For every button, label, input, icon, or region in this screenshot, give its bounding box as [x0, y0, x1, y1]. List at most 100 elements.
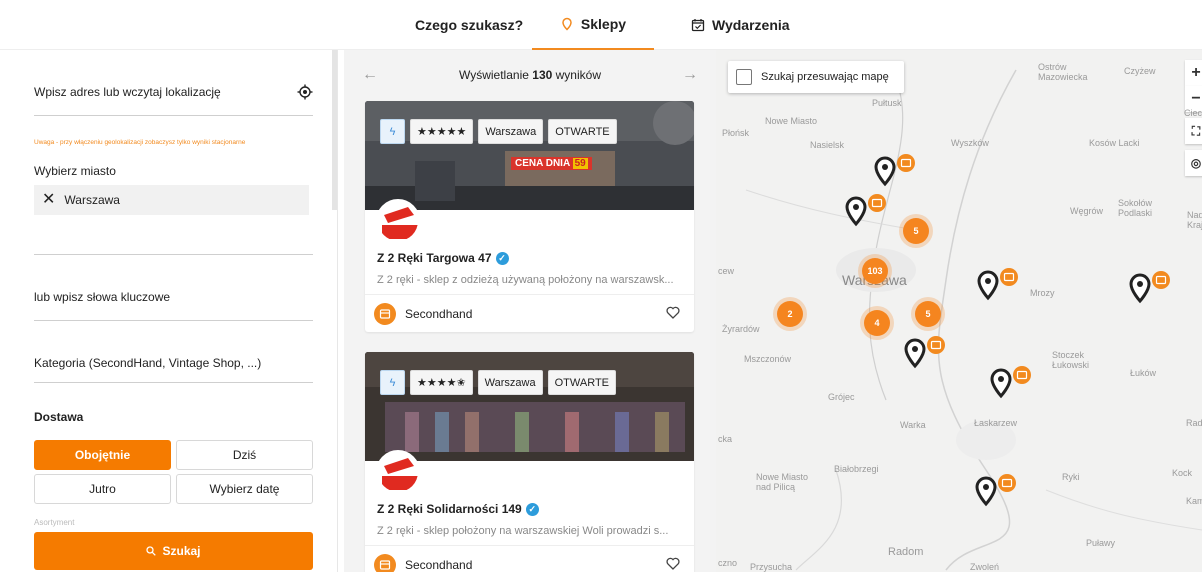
map-cluster[interactable]: 103 [862, 258, 888, 284]
map-cluster[interactable]: 5 [903, 218, 929, 244]
map-cluster[interactable]: 5 [915, 301, 941, 327]
store-icon [374, 554, 396, 572]
delivery-label: Dostawa [34, 410, 84, 424]
rating-stars: ★★★★★ [410, 119, 474, 144]
checkbox-box[interactable] [736, 69, 752, 85]
map-cluster[interactable]: 2 [777, 301, 803, 327]
city-label: Kamionka [1186, 496, 1202, 506]
delivery-pick-date-button[interactable]: Wybierz datę [176, 474, 313, 504]
delivery-today-label: Dziś [232, 448, 257, 462]
filters-panel: Wpisz adres lub wczytaj lokalizację Uwag… [0, 50, 338, 572]
geolocation-warning: Uwaga - przy włączeniu geolokalizacji zo… [34, 139, 246, 146]
shop-status-badge: OTWARTE [548, 119, 617, 144]
tab-events[interactable]: Wydarzenia [691, 0, 790, 50]
map-pin-icon[interactable] [975, 268, 1021, 302]
city-label: Pułtusk [872, 98, 902, 108]
delivery-any-label: Obojętnie [74, 448, 131, 462]
rating-stars: ★★★★✬ [410, 370, 473, 395]
map-pin-icon[interactable] [843, 194, 889, 228]
address-placeholder: Wpisz adres lub wczytaj lokalizację [34, 85, 221, 99]
search-button-label: Szukaj [162, 544, 201, 558]
shop-description: Z 2 ręki - sklep z odzieżą używaną położ… [377, 274, 674, 286]
city-label: Grójec [828, 392, 855, 402]
shop-photo: CENA DNIA 59 ϟ ★★★★★ Warszawa OTWARTE [365, 101, 694, 210]
search-button[interactable]: Szukaj [34, 532, 313, 570]
shop-card[interactable]: CENA DNIA 59 ϟ ★★★★★ Warszawa OTWARTE Z … [365, 101, 694, 332]
search-icon [146, 546, 157, 556]
shop-name[interactable]: Z 2 Ręki Solidarności 149 ✓ [377, 502, 539, 516]
shop-category-label: Secondhand [405, 558, 473, 572]
city-label: Wybierz miasto [34, 164, 116, 178]
zoom-in-label: + [1191, 64, 1201, 81]
city-label: Żyrardów [722, 324, 760, 334]
delivery-pick-date-label: Wybierz datę [209, 482, 280, 496]
heart-icon[interactable] [666, 306, 680, 319]
delivery-tomorrow-button[interactable]: Jutro [34, 474, 171, 504]
shop-category: Secondhand [374, 303, 472, 325]
calendar-icon [691, 19, 705, 32]
cluster-count: 2 [787, 309, 793, 319]
city-input-line[interactable] [34, 215, 313, 255]
close-icon[interactable]: ✕ [42, 192, 55, 208]
map-pin-icon[interactable] [872, 154, 918, 188]
results-suffix: wyników [555, 68, 601, 82]
tab-what[interactable]: Czego szukasz? [415, 0, 523, 50]
results-header: ← Wyświetlanie 130 wyników → [344, 50, 716, 100]
results-panel: ← Wyświetlanie 130 wyników → CENA DNIA 5… [344, 50, 716, 572]
tab-shops[interactable]: Sklepy [532, 0, 654, 50]
shop-city-badge: Warszawa [477, 370, 543, 395]
map-pin-icon[interactable] [988, 366, 1034, 400]
shop-logo [376, 450, 420, 494]
locate-icon[interactable] [297, 84, 313, 100]
map-cluster[interactable]: 4 [864, 310, 890, 336]
shop-card[interactable]: ϟ ★★★★✬ Warszawa OTWARTE Z 2 Ręki Solida… [365, 352, 694, 572]
lightning-icon: ϟ [380, 370, 405, 395]
zoom-out-label: − [1191, 90, 1201, 107]
shop-category-label: Secondhand [405, 307, 473, 321]
keywords-input[interactable]: lub wpisz słowa kluczowe [34, 286, 313, 321]
verified-icon: ✓ [495, 251, 509, 265]
next-arrow-icon[interactable]: → [682, 66, 698, 84]
search-on-move-checkbox[interactable]: Szukaj przesuwając mapę [728, 61, 904, 93]
card-divider [365, 294, 694, 295]
shop-photo-image [365, 101, 694, 210]
verified-icon: ✓ [525, 502, 539, 516]
map-pin-icon[interactable] [973, 474, 1019, 508]
shop-sign: CENA DNIA 59 [511, 157, 592, 170]
shop-name-label: Z 2 Ręki Solidarności 149 [377, 502, 522, 516]
shop-photo: ϟ ★★★★✬ Warszawa OTWARTE [365, 352, 694, 461]
keywords-placeholder: lub wpisz słowa kluczowe [34, 290, 171, 304]
category-input[interactable]: Kategoria (SecondHand, Vintage Shop, ...… [34, 356, 313, 383]
city-chip[interactable]: ✕ Warszawa [34, 185, 309, 215]
map[interactable]: Szukaj przesuwając mapę + − ⛶ ◎ Nowe Mia… [716, 50, 1202, 572]
shop-logo-image [378, 201, 418, 241]
delivery-tomorrow-label: Jutro [89, 482, 116, 496]
heart-icon[interactable] [666, 557, 680, 570]
city-label: Ryki [1062, 472, 1080, 482]
city-label: Kosów Lacki [1089, 138, 1140, 148]
map-pin-icon[interactable] [902, 336, 948, 370]
cluster-count: 5 [913, 226, 919, 236]
shop-sign-price: 59 [572, 158, 588, 169]
shop-description: Z 2 ręki - sklep położony na warszawskie… [377, 525, 669, 537]
map-pin-icon[interactable] [1127, 271, 1173, 305]
shop-city-badge: Warszawa [478, 119, 544, 144]
address-input[interactable]: Wpisz adres lub wczytaj lokalizację [34, 81, 313, 116]
city-label: Przysucha [750, 562, 793, 572]
zoom-in-button[interactable]: + [1185, 60, 1202, 86]
shop-name[interactable]: Z 2 Ręki Targowa 47 ✓ [377, 251, 509, 265]
prev-arrow-icon[interactable]: ← [362, 66, 378, 84]
filters-scrollbar[interactable] [332, 50, 337, 210]
delivery-any-button[interactable]: Obojętnie [34, 440, 171, 470]
city-label: Mrozy [1030, 288, 1055, 298]
city-label: Radz. [1186, 418, 1202, 428]
fullscreen-icon[interactable]: ⛶ [1185, 118, 1202, 144]
tab-shops-label: Sklepy [580, 16, 627, 32]
locate-me-icon[interactable]: ◎ [1185, 150, 1202, 176]
shop-badges: ϟ ★★★★★ Warszawa OTWARTE [380, 119, 617, 144]
city-label: Czyżew [1124, 66, 1156, 76]
city-label: Ciechanowiec [1184, 108, 1202, 118]
city-label: Puławy [1086, 538, 1116, 548]
city-chip-label: Warszawa [64, 193, 120, 207]
delivery-today-button[interactable]: Dziś [176, 440, 313, 470]
